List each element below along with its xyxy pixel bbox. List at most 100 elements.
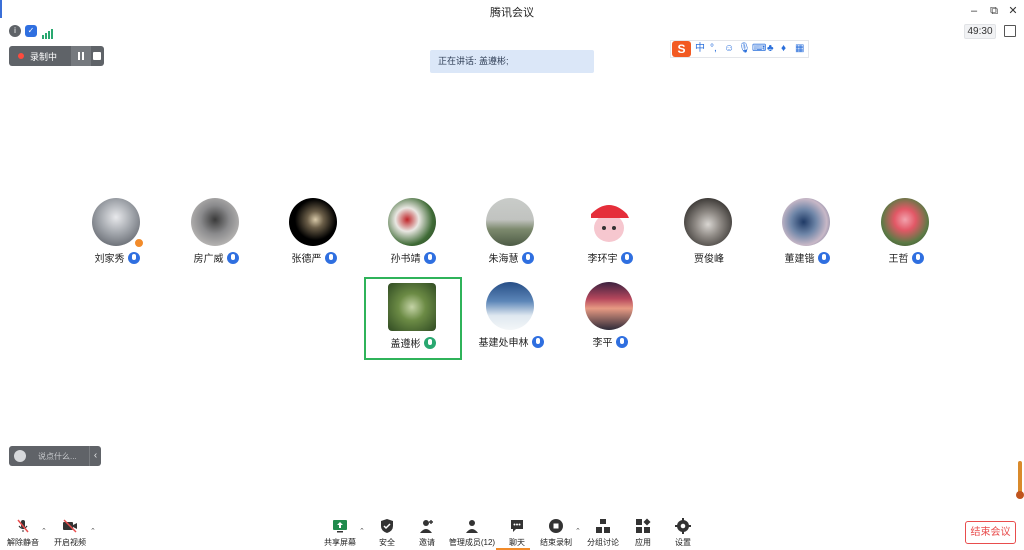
ime-punct[interactable]: °,: [710, 42, 717, 56]
microphone-icon: [324, 252, 337, 264]
host-badge-icon: [134, 238, 144, 248]
participant-name: 王哲: [888, 254, 909, 265]
signal-icon[interactable]: [42, 26, 54, 39]
microphone-icon: [531, 336, 544, 348]
microphone-icon: [615, 336, 628, 348]
apps-grid-icon: [636, 518, 651, 533]
avatar: [782, 198, 830, 246]
start-video-button[interactable]: 开启视频: [50, 514, 90, 548]
participant-tile[interactable]: 李平: [561, 282, 659, 364]
status-row: i ✓ 49:30: [0, 23, 1024, 41]
close-button[interactable]: ✕: [1005, 3, 1021, 19]
speaking-microphone-icon: [423, 337, 436, 349]
participant-name: 李环宇: [587, 254, 618, 265]
settings-button[interactable]: 设置: [663, 514, 703, 548]
collapse-chat-button[interactable]: ‹: [89, 446, 101, 466]
microphone-icon: [620, 252, 633, 264]
end-meeting-button[interactable]: 结束会议: [965, 521, 1016, 544]
fullscreen-icon[interactable]: [1004, 25, 1016, 37]
participant-tile[interactable]: 张德严: [265, 198, 363, 280]
window-title: 腾讯会议: [490, 7, 534, 19]
end-recording-button[interactable]: 结束录制: [536, 514, 576, 548]
meeting-timer: 49:30: [964, 24, 996, 39]
volume-slider[interactable]: [1016, 461, 1024, 499]
participant-name: 张德严: [291, 254, 322, 265]
avatar: [388, 198, 436, 246]
recording-panel: 录制中: [9, 46, 104, 66]
avatar: [486, 198, 534, 246]
avatar: [585, 282, 633, 330]
participant-name: 盖遵彬: [390, 339, 421, 350]
video-off-icon: [63, 519, 77, 533]
microphone-icon: [423, 252, 436, 264]
recording-dot-icon: [18, 53, 24, 59]
shield-icon[interactable]: ✓: [25, 25, 37, 37]
ime-logo-icon[interactable]: S: [672, 41, 691, 57]
gear-icon: [675, 518, 691, 534]
voice-icon[interactable]: 🎙: [738, 42, 751, 56]
chat-bubble-icon: [511, 520, 523, 532]
participant-tile[interactable]: 王哲: [857, 198, 955, 280]
share-screen-button[interactable]: 共享屏幕: [320, 514, 360, 548]
participant-name: 李平: [592, 338, 613, 349]
participant-tile[interactable]: 房广威: [167, 198, 265, 280]
avatar: [585, 198, 633, 246]
invite-button[interactable]: 邀请: [407, 514, 447, 548]
emoji-icon[interactable]: [14, 450, 26, 462]
toolbox-icon[interactable]: ▦: [795, 42, 804, 56]
cartoon-icon: [591, 205, 629, 242]
recording-options-chevron-icon[interactable]: ⌃: [575, 527, 581, 535]
invite-user-icon: [420, 520, 433, 533]
minimize-button[interactable]: –: [966, 3, 982, 19]
participant-tile[interactable]: 基建处申林: [462, 282, 560, 364]
skin-icon[interactable]: ♣: [767, 42, 774, 56]
video-options-chevron-icon[interactable]: ⌃: [90, 527, 96, 535]
shield-icon: [381, 519, 393, 533]
audio-options-chevron-icon[interactable]: ⌃: [41, 527, 47, 535]
avatar: [289, 198, 337, 246]
participant-name: 刘家秀: [94, 254, 125, 265]
chat-input-box[interactable]: 说点什么... ‹: [9, 446, 101, 466]
participant-tile[interactable]: 董建锴: [758, 198, 856, 280]
microphone-icon: [521, 252, 534, 264]
title-bar: 腾讯会议 – ⧉ ✕: [0, 0, 1024, 22]
manage-members-button[interactable]: 管理成员(12): [449, 514, 495, 548]
microphone-icon: [911, 252, 924, 264]
participant-tile[interactable]: 贾俊峰: [660, 198, 758, 280]
avatar: [191, 198, 239, 246]
unmute-button[interactable]: 解除静音: [3, 514, 43, 548]
participant-name: 朱海慧: [488, 254, 519, 265]
stop-record-icon: [549, 519, 563, 533]
avatar: [684, 198, 732, 246]
avatar: [881, 198, 929, 246]
members-icon: [466, 520, 478, 533]
avatar: [486, 282, 534, 330]
microphone-icon: [817, 252, 830, 264]
pause-recording-button[interactable]: [71, 46, 91, 66]
info-icon[interactable]: i: [9, 25, 21, 37]
participant-tile[interactable]: 李环宇: [561, 198, 659, 280]
emoji-icon[interactable]: ☺: [724, 42, 734, 56]
avatar: [92, 198, 140, 246]
participant-name: 董建锴: [784, 254, 815, 265]
stop-recording-button[interactable]: [93, 52, 101, 60]
shirt-icon[interactable]: ♦: [781, 42, 786, 56]
participant-tile[interactable]: 刘家秀: [68, 198, 166, 280]
chat-placeholder[interactable]: 说点什么...: [38, 451, 77, 462]
participant-name: 基建处申林: [478, 338, 529, 349]
keyboard-icon[interactable]: ⌨: [752, 42, 766, 56]
settings-label: 设置: [675, 538, 691, 547]
restore-button[interactable]: ⧉: [986, 3, 1002, 19]
start-video-label: 开启视频: [54, 538, 86, 547]
participant-tile[interactable]: 朱海慧: [462, 198, 560, 280]
microphone-icon: [127, 252, 140, 264]
share-screen-icon: [333, 520, 347, 533]
recording-label: 录制中: [30, 52, 58, 62]
muted-microphone-icon: [17, 519, 29, 533]
share-options-chevron-icon[interactable]: ⌃: [359, 527, 365, 535]
participant-name: 房广威: [193, 254, 224, 265]
participant-tile[interactable]: 孙书靖: [364, 198, 462, 280]
breakout-icon: [596, 519, 610, 533]
participant-tile[interactable]: 盖遵彬: [364, 283, 462, 365]
ime-mode[interactable]: 中: [695, 42, 705, 56]
